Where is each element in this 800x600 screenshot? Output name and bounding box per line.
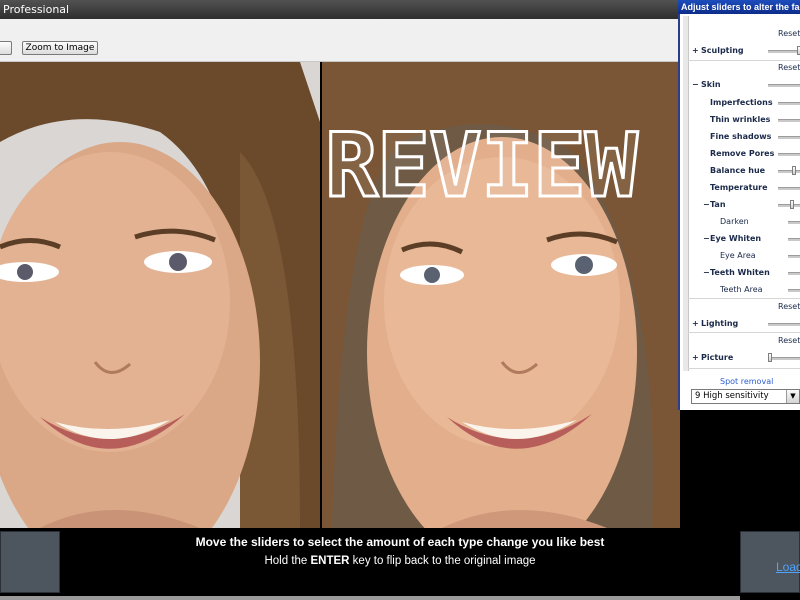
skin-slider[interactable] (768, 84, 800, 87)
teeth-whiten-slider[interactable] (788, 272, 800, 275)
teeth-whiten-collapse-icon[interactable]: − (703, 268, 710, 277)
divider (688, 368, 800, 369)
sensitivity-select[interactable]: 9 High sensitivity ▼ (691, 389, 800, 404)
lighting-expand-icon[interactable]: + (692, 319, 699, 328)
window-title: Professional (3, 3, 70, 16)
picture-slider[interactable] (768, 357, 800, 360)
skin-collapse-icon[interactable]: − (692, 80, 699, 89)
instruction-primary: Move the sliders to select the amount of… (195, 535, 605, 549)
sculpting-section-label[interactable]: Sculpting (701, 46, 744, 55)
sculpting-expand-icon[interactable]: + (692, 46, 699, 55)
reset-sculpting-button[interactable]: Reset (778, 29, 800, 38)
tan-collapse-icon[interactable]: − (703, 200, 710, 209)
divider (688, 60, 800, 61)
divider (688, 332, 800, 333)
temperature-label: Temperature (710, 183, 768, 192)
original-photo (0, 62, 320, 528)
reset-skin-button[interactable]: Reset (778, 63, 800, 72)
eye-whiten-label[interactable]: Eye Whiten (710, 234, 761, 243)
tan-label[interactable]: Tan (710, 200, 726, 209)
picture-section-label[interactable]: Picture (701, 353, 733, 362)
panel-scrollbar[interactable] (683, 16, 689, 371)
teeth-area-slider[interactable] (788, 289, 800, 292)
imperfections-slider[interactable] (778, 102, 800, 105)
reset-lighting-button[interactable]: Reset (778, 302, 800, 311)
reset-picture-button[interactable]: Reset (778, 336, 800, 345)
fine-shadows-slider[interactable] (778, 136, 800, 139)
temperature-slider[interactable] (778, 187, 800, 190)
chevron-down-icon[interactable]: ▼ (786, 390, 799, 403)
instruction-text-pre: Hold the (264, 555, 311, 567)
tan-slider[interactable] (778, 204, 800, 207)
picture-expand-icon[interactable]: + (692, 353, 699, 362)
imperfections-label: Imperfections (710, 98, 773, 107)
remove-pores-label: Remove Pores (710, 149, 775, 158)
eye-area-label: Eye Area (720, 251, 756, 260)
adjust-panel-title: Adjust sliders to alter the face (678, 0, 800, 14)
load-link[interactable]: Load (776, 560, 800, 574)
remove-pores-slider[interactable] (778, 153, 800, 156)
lighting-slider[interactable] (768, 323, 800, 326)
lighting-section-label[interactable]: Lighting (701, 319, 738, 328)
review-watermark: REVIEW (324, 114, 640, 217)
balance-hue-label: Balance hue (710, 166, 766, 175)
balance-hue-slider[interactable] (778, 170, 800, 173)
eye-whiten-collapse-icon[interactable]: − (703, 234, 710, 243)
sculpting-slider[interactable] (768, 50, 800, 53)
teeth-whiten-label[interactable]: Teeth Whiten (710, 268, 770, 277)
eye-whiten-slider[interactable] (788, 238, 800, 241)
picture-slider-thumb[interactable] (768, 353, 772, 362)
balance-hue-slider-thumb[interactable] (792, 166, 796, 175)
horizontal-scrollbar[interactable] (0, 596, 740, 600)
toolbar: Zoom to Image (0, 19, 680, 62)
instruction-text-post: key to flip back to the original image (349, 555, 536, 567)
darken-label: Darken (720, 217, 749, 226)
eye-area-slider[interactable] (788, 255, 800, 258)
divider (688, 298, 800, 299)
enter-key-label: ENTER (310, 555, 350, 567)
zoom-to-image-button[interactable]: Zoom to Image (22, 41, 98, 55)
toolbar-button-partial[interactable] (0, 41, 12, 55)
fine-shadows-label: Fine shadows (710, 132, 772, 141)
skin-section-label[interactable]: Skin (701, 80, 721, 89)
spot-removal-label: Spot removal (720, 377, 774, 386)
tan-slider-thumb[interactable] (790, 200, 794, 209)
darken-slider[interactable] (788, 221, 800, 224)
thin-wrinkles-slider[interactable] (778, 119, 800, 122)
sensitivity-value: 9 High sensitivity (695, 391, 769, 401)
bottom-left-panel (0, 531, 60, 593)
instruction-secondary: Hold the ENTER key to flip back to the o… (130, 555, 670, 567)
teeth-area-label: Teeth Area (720, 285, 763, 294)
window-title-bar: Professional (0, 0, 680, 19)
thin-wrinkles-label: Thin wrinkles (710, 115, 771, 124)
